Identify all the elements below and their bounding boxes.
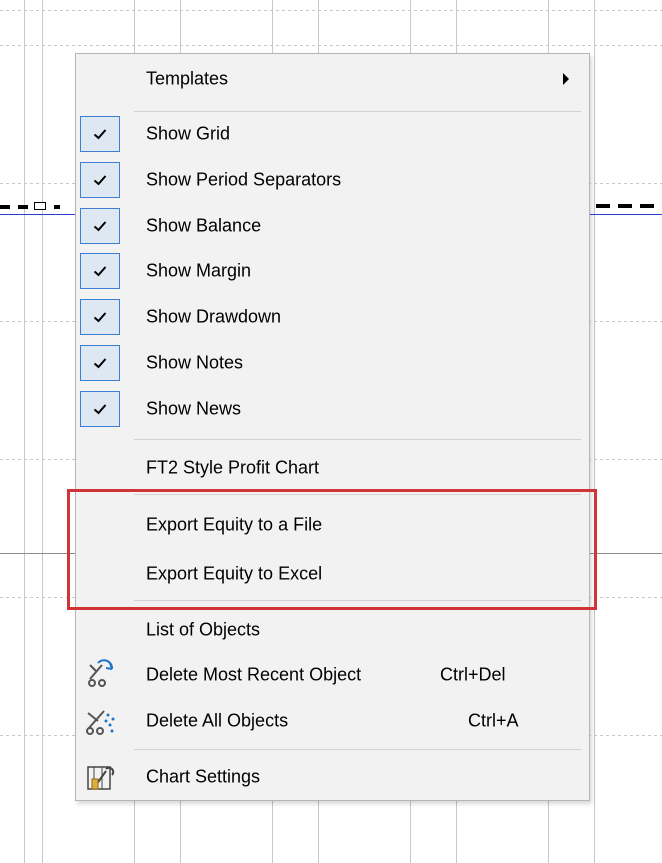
menu-item-delete-most-recent-object[interactable]: Delete Most Recent Object Ctrl+Del bbox=[76, 655, 589, 695]
menu-item-label: Templates bbox=[146, 68, 229, 89]
menu-item-label: Show Margin bbox=[146, 260, 252, 281]
delete-recent-object-icon bbox=[82, 657, 118, 693]
menu-separator bbox=[134, 749, 581, 750]
checkmark-icon bbox=[80, 345, 120, 381]
checkmark-icon bbox=[80, 391, 120, 427]
menu-item-ft2-style-profit-chart[interactable]: FT2 Style Profit Chart bbox=[76, 448, 589, 488]
chart-context-menu: Templates Show Grid Show Period Separato… bbox=[75, 53, 590, 801]
highlight-box bbox=[67, 489, 597, 610]
menu-item-label: Delete All Objects bbox=[146, 710, 289, 731]
menu-item-show-drawdown[interactable]: Show Drawdown bbox=[76, 297, 589, 337]
menu-item-delete-all-objects[interactable]: Delete All Objects Ctrl+A bbox=[76, 701, 589, 741]
chart-settings-icon bbox=[82, 759, 118, 795]
menu-item-show-margin[interactable]: Show Margin bbox=[76, 251, 589, 291]
menu-item-label: Show Period Separators bbox=[146, 169, 342, 190]
shortcut-label: Ctrl+Del bbox=[440, 664, 506, 685]
menu-item-show-notes[interactable]: Show Notes bbox=[76, 343, 589, 383]
checkmark-icon bbox=[80, 299, 120, 335]
shortcut-label: Ctrl+A bbox=[468, 710, 519, 731]
menu-item-label: Show Grid bbox=[146, 123, 231, 144]
menu-item-label: Show News bbox=[146, 398, 242, 419]
chart-marker-icon bbox=[34, 202, 46, 210]
chevron-right-icon bbox=[563, 73, 569, 85]
checkmark-icon bbox=[80, 253, 120, 289]
menu-item-label: Show Drawdown bbox=[146, 306, 282, 327]
menu-separator bbox=[134, 439, 581, 440]
checkmark-icon bbox=[80, 116, 120, 152]
delete-all-objects-icon bbox=[82, 703, 118, 739]
menu-separator bbox=[134, 111, 581, 112]
menu-item-label: Delete Most Recent Object bbox=[146, 664, 362, 685]
menu-item-show-balance[interactable]: Show Balance bbox=[76, 206, 589, 246]
menu-item-templates[interactable]: Templates bbox=[76, 59, 589, 99]
menu-item-label: FT2 Style Profit Chart bbox=[146, 457, 320, 478]
menu-item-label: List of Objects bbox=[146, 619, 261, 640]
checkmark-icon bbox=[80, 208, 120, 244]
menu-item-list-of-objects[interactable]: List of Objects bbox=[76, 610, 589, 650]
chart-dashed-line-right bbox=[596, 204, 662, 208]
menu-item-label: Show Balance bbox=[146, 215, 262, 236]
menu-item-chart-settings[interactable]: Chart Settings bbox=[76, 757, 589, 797]
menu-item-label: Show Notes bbox=[146, 352, 244, 373]
menu-item-label: Chart Settings bbox=[146, 766, 261, 787]
menu-item-show-period-separators[interactable]: Show Period Separators bbox=[76, 160, 589, 200]
chart-dashed-line-left bbox=[0, 205, 60, 209]
menu-item-show-grid[interactable]: Show Grid bbox=[76, 114, 589, 154]
checkmark-icon bbox=[80, 162, 120, 198]
menu-item-show-news[interactable]: Show News bbox=[76, 389, 589, 429]
